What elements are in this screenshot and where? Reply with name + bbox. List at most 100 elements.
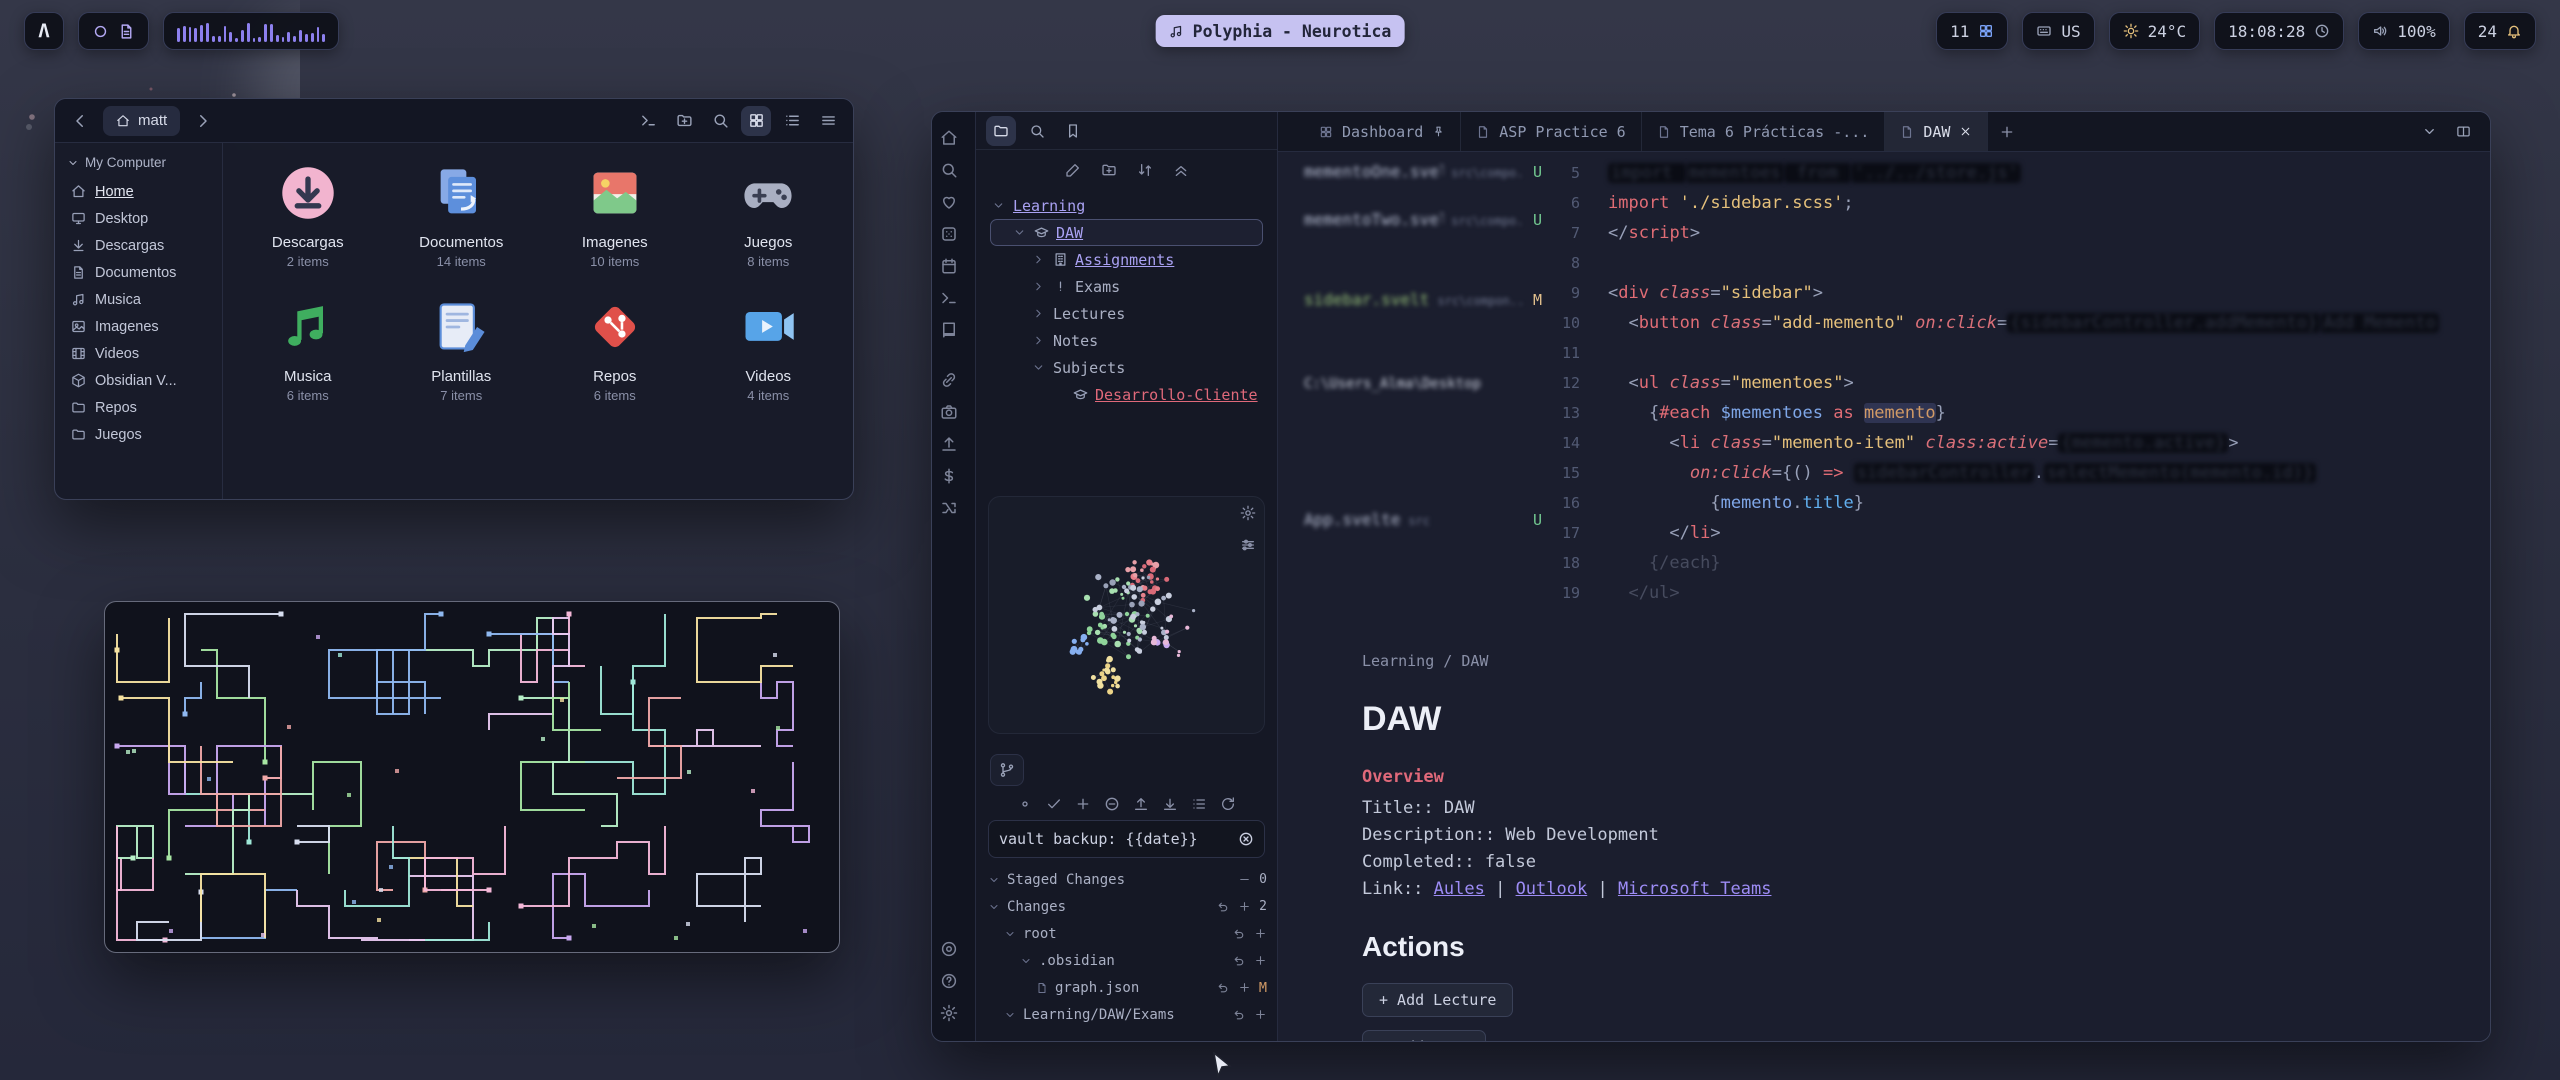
quick-open-item[interactable]: sidebar.sveltesrc\compon...M: [1304, 290, 1542, 309]
breadcrumb[interactable]: matt: [103, 106, 180, 136]
tree-item-notes[interactable]: Notes: [990, 327, 1263, 354]
git-row-graph.json[interactable]: graph.jsonM: [986, 974, 1267, 1001]
grid-toolbar-icon[interactable]: [741, 106, 771, 136]
cam-ribbon-icon[interactable]: [932, 396, 966, 428]
note-link[interactable]: Aules: [1434, 879, 1485, 899]
git-row-plus-icon[interactable]: [1254, 954, 1267, 967]
sidebar-tab-folder[interactable]: [986, 116, 1016, 146]
term-toolbar-icon[interactable]: [633, 106, 663, 136]
clear-message-icon[interactable]: [1238, 831, 1254, 847]
graph-settings-icon[interactable]: [1240, 505, 1256, 521]
fplus-explorer-icon[interactable]: [1101, 162, 1117, 178]
files-app-icon[interactable]: [118, 23, 135, 40]
quick-open-item[interactable]: mementoTwo.sveltesrc\compo...U: [1304, 210, 1542, 229]
git-check-icon[interactable]: [1046, 796, 1062, 812]
git-row-changes[interactable]: Changes2: [986, 893, 1267, 920]
quick-open-item[interactable]: C:\Users_Alma\Desktop: [1304, 376, 1542, 392]
sidebar-item-juegos[interactable]: Juegos: [63, 421, 214, 448]
sidebar-item-repos[interactable]: Repos: [63, 394, 214, 421]
tab-dashboard[interactable]: Dashboard: [1304, 112, 1461, 151]
git-row-undo-icon[interactable]: [1217, 981, 1230, 994]
tree-item-assignments[interactable]: Assignments: [990, 246, 1263, 273]
help-ribbon-icon[interactable]: [932, 965, 966, 997]
pin-icon[interactable]: [1432, 125, 1445, 138]
sidebar-item-imagenes[interactable]: Imagenes: [63, 313, 214, 340]
add-note-button[interactable]: + Add Note: [1362, 1030, 1486, 1041]
quick-open-item[interactable]: mementoOne.sveltesrc\compo...U: [1304, 162, 1542, 181]
sidebar-tab-bkm[interactable]: [1058, 116, 1088, 146]
pencil-explorer-icon[interactable]: [1065, 162, 1081, 178]
git-listu-icon[interactable]: [1191, 796, 1207, 812]
sidebar-tab-search[interactable]: [1022, 116, 1052, 146]
places-header[interactable]: My Computer: [67, 155, 214, 170]
coll-explorer-icon[interactable]: [1173, 162, 1189, 178]
tab-asp-practice-6[interactable]: ASP Practice 6: [1461, 112, 1641, 151]
folder-item-juegos[interactable]: Juegos8 items: [692, 163, 846, 269]
quick-open-item[interactable]: App.sveltesrcU: [1304, 510, 1542, 529]
book-ribbon-icon[interactable]: [932, 314, 966, 346]
folder-item-descargas[interactable]: Descargas2 items: [231, 163, 385, 269]
sidebar-item-documentos[interactable]: Documentos: [63, 259, 214, 286]
rec-ribbon-icon[interactable]: [932, 933, 966, 965]
back-button[interactable]: [65, 106, 95, 136]
browser-icon[interactable]: [92, 23, 109, 40]
split-editor-icon[interactable]: [2448, 117, 2478, 147]
now-playing-widget[interactable]: Polyphia - Neurotica: [1156, 15, 1405, 47]
dollar-ribbon-icon[interactable]: [932, 460, 966, 492]
git-up-icon[interactable]: [1133, 796, 1149, 812]
git-row-plus-icon[interactable]: [1254, 1008, 1267, 1021]
git-row-undo-icon[interactable]: [1217, 900, 1230, 913]
editor-area[interactable]: 5import mementoes from '../../store.js'6…: [1278, 152, 2490, 1041]
sidebar-item-desktop[interactable]: Desktop: [63, 205, 214, 232]
weather-widget[interactable]: 24°C: [2109, 12, 2201, 50]
git-down-icon[interactable]: [1162, 796, 1178, 812]
workspace-indicator[interactable]: 11: [1936, 12, 2008, 50]
term-ribbon-icon[interactable]: [932, 282, 966, 314]
tree-item-desarrollo-cliente[interactable]: Desarrollo-Cliente: [990, 381, 1263, 408]
folder-item-documentos[interactable]: Documentos14 items: [385, 163, 539, 269]
note-breadcrumb[interactable]: Learning / DAW: [1362, 652, 2342, 670]
sidebar-item-obsidian v...[interactable]: Obsidian V...: [63, 367, 214, 394]
sort-explorer-icon[interactable]: [1137, 162, 1153, 178]
up-ribbon-icon[interactable]: [932, 428, 966, 460]
git-row-undo-icon[interactable]: [1233, 927, 1246, 940]
sidebar-item-home[interactable]: Home: [63, 178, 214, 205]
git-row-root[interactable]: root: [986, 920, 1267, 947]
sidebar-item-descargas[interactable]: Descargas: [63, 232, 214, 259]
tree-item-subjects[interactable]: Subjects: [990, 354, 1263, 381]
folder-item-repos[interactable]: Repos6 items: [538, 297, 692, 403]
tree-item-learning[interactable]: Learning: [990, 192, 1263, 219]
close-tab-icon[interactable]: [1959, 125, 1972, 138]
folder-item-imagenes[interactable]: Imagenes10 items: [538, 163, 692, 269]
note-link[interactable]: Outlook: [1516, 879, 1588, 899]
tab-daw[interactable]: DAW: [1885, 112, 1988, 151]
keyboard-layout-widget[interactable]: US: [2022, 12, 2094, 50]
git-branch-button[interactable]: [990, 754, 1024, 786]
git-row-plus-icon[interactable]: [1238, 900, 1251, 913]
git-minusc-icon[interactable]: [1104, 796, 1120, 812]
dice-ribbon-icon[interactable]: [932, 218, 966, 250]
graph-filter-icon[interactable]: [1240, 537, 1256, 553]
tab-tema-6-pr-cticas-[interactable]: Tema 6 Prácticas -...: [1642, 112, 1886, 151]
git-row-undo-icon[interactable]: [1233, 1008, 1246, 1021]
tree-item-daw[interactable]: DAW: [990, 219, 1263, 246]
forward-button[interactable]: [188, 106, 218, 136]
volume-widget[interactable]: 100%: [2358, 12, 2450, 50]
tree-item-exams[interactable]: Exams: [990, 273, 1263, 300]
clock-widget[interactable]: 18:08:28: [2214, 12, 2344, 50]
heart-ribbon-icon[interactable]: [932, 186, 966, 218]
sidebar-item-videos[interactable]: Videos: [63, 340, 214, 367]
new-tab-button[interactable]: [1988, 112, 2026, 151]
fplus-toolbar-icon[interactable]: [669, 106, 699, 136]
list-toolbar-icon[interactable]: [777, 106, 807, 136]
shuf-ribbon-icon[interactable]: [932, 492, 966, 524]
note-link[interactable]: Microsoft Teams: [1618, 879, 1772, 899]
git-plus-icon[interactable]: [1075, 796, 1091, 812]
tree-item-lectures[interactable]: Lectures: [990, 300, 1263, 327]
git-row-.obsidian[interactable]: .obsidian: [986, 947, 1267, 974]
sidebar-item-musica[interactable]: Musica: [63, 286, 214, 313]
folder-item-plantillas[interactable]: Plantillas7 items: [385, 297, 539, 403]
link-ribbon-icon[interactable]: [932, 364, 966, 396]
notifications-widget[interactable]: 24: [2464, 12, 2536, 50]
gear-ribbon-icon[interactable]: [932, 997, 966, 1029]
